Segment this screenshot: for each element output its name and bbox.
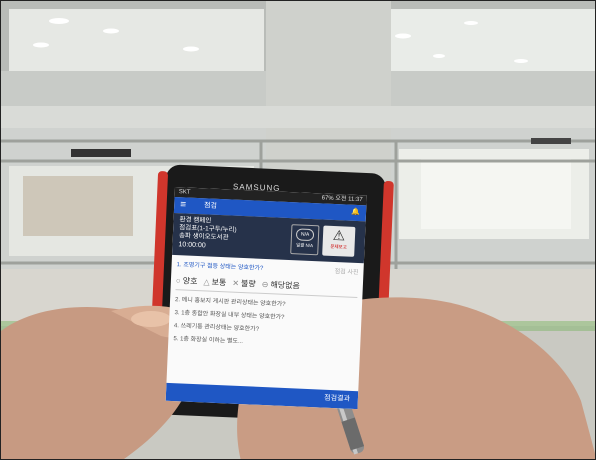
option-normal[interactable]: △ 보통 bbox=[203, 276, 226, 288]
bulk-na-button[interactable]: N/A 일괄 N/A bbox=[290, 224, 320, 256]
answer-options: ○ 양호 △ 보통 ✕ 불량 ⊖ 해당없음 bbox=[175, 275, 358, 299]
bulk-na-label: 일괄 N/A bbox=[295, 242, 314, 249]
report-problem-button[interactable]: ⚠ 문제보고 bbox=[322, 225, 356, 257]
menu-icon[interactable]: ≡ bbox=[180, 197, 187, 213]
inspection-info-panel: 환경 캠페인 점검표(1-1구두/누리) 송파 생이오도서관 10:00:00 … bbox=[172, 212, 366, 264]
na-badge: N/A bbox=[295, 228, 315, 242]
photo-frame: SAMSUNG SKT 67% 오전 11:37 ≡ 점검 🔔 환경 캠페인 점… bbox=[0, 0, 596, 460]
question-list: 1. 조명기구 점등 상태는 양호한가? 점검 사진 ○ 양호 △ 보통 ✕ 불량 ⊖… bbox=[168, 255, 364, 354]
bell-icon[interactable]: 🔔 bbox=[351, 205, 360, 221]
phone-screen: SKT 67% 오전 11:37 ≡ 점검 🔔 환경 캠페인 점검표(1-1구두… bbox=[165, 187, 367, 410]
option-good[interactable]: ○ 양호 bbox=[176, 275, 198, 287]
clock-text: 오전 11:37 bbox=[335, 196, 363, 204]
warning-icon: ⚠ bbox=[332, 226, 346, 244]
photo-spec-link[interactable]: 점검 사진 bbox=[334, 268, 359, 278]
option-bad[interactable]: ✕ 불량 bbox=[232, 278, 256, 290]
battery-text: 67% bbox=[321, 195, 334, 202]
carrier-text: SKT bbox=[178, 189, 191, 196]
report-problem-label: 문제보고 bbox=[330, 243, 347, 250]
option-na[interactable]: ⊖ 해당없음 bbox=[262, 279, 301, 292]
